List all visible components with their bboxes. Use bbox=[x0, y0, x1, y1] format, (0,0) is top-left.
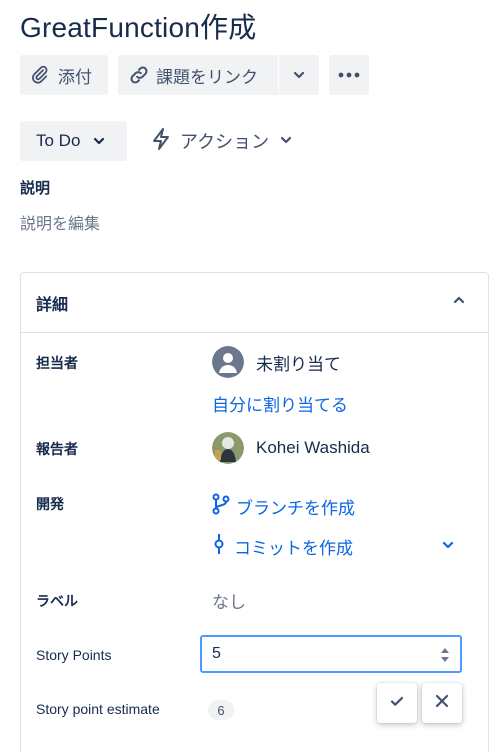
reporter-value[interactable]: Kohei Washida bbox=[212, 432, 370, 464]
assignee-label: 担当者 bbox=[36, 355, 78, 371]
close-icon bbox=[435, 694, 449, 713]
number-stepper-icon[interactable] bbox=[438, 644, 452, 671]
labels-value[interactable]: なし bbox=[212, 588, 246, 613]
assign-to-me-link[interactable]: 自分に割り当てる bbox=[212, 391, 348, 416]
create-branch-link[interactable]: ブランチを作成 bbox=[212, 493, 355, 520]
status-button[interactable]: To Do bbox=[20, 121, 127, 161]
reporter-label: 報告者 bbox=[36, 441, 78, 457]
chevron-down-icon bbox=[292, 68, 306, 82]
chevron-down-icon[interactable] bbox=[441, 538, 455, 557]
link-issue-dropdown-button[interactable] bbox=[279, 55, 319, 95]
reporter-avatar bbox=[212, 432, 244, 464]
unassigned-avatar-icon bbox=[212, 346, 244, 378]
development-label: 開発 bbox=[36, 496, 64, 512]
create-commit-link[interactable]: コミットを作成 bbox=[212, 533, 353, 560]
story-points-value: 5 bbox=[212, 645, 221, 662]
story-points-input[interactable]: 5 bbox=[200, 635, 462, 673]
assignee-value[interactable]: 未割り当て bbox=[212, 346, 341, 378]
actions-button[interactable]: アクション bbox=[150, 121, 293, 161]
actions-label: アクション bbox=[180, 132, 270, 152]
lightning-icon bbox=[150, 127, 172, 156]
labels-label: ラベル bbox=[36, 593, 78, 609]
paperclip-icon bbox=[30, 65, 50, 85]
reporter-name: Kohei Washida bbox=[256, 438, 370, 457]
more-actions-button[interactable] bbox=[329, 55, 369, 95]
description-heading: 説明 bbox=[20, 180, 51, 197]
details-heading: 詳細 bbox=[36, 296, 69, 314]
create-branch-label: ブランチを作成 bbox=[236, 499, 355, 518]
commit-icon bbox=[212, 533, 226, 560]
link-issue-label: 課題をリンク bbox=[156, 67, 258, 87]
attach-button[interactable]: 添付 bbox=[20, 55, 108, 95]
create-commit-label: コミットを作成 bbox=[234, 539, 353, 558]
story-point-estimate-label: Story point estimate bbox=[36, 701, 160, 717]
confirm-button[interactable] bbox=[377, 683, 417, 723]
branch-icon bbox=[212, 493, 230, 520]
description-editor[interactable]: 説明を編集 bbox=[20, 210, 100, 234]
chevron-down-icon bbox=[92, 134, 106, 148]
check-icon bbox=[389, 693, 405, 714]
status-label: To Do bbox=[36, 131, 81, 150]
story-point-estimate-badge[interactable]: 6 bbox=[208, 700, 234, 720]
issue-title[interactable]: GreatFunction作成 bbox=[20, 6, 256, 46]
details-panel-header[interactable]: 詳細 bbox=[21, 273, 488, 333]
assignee-name: 未割り当て bbox=[256, 354, 341, 374]
attach-label: 添付 bbox=[58, 67, 92, 87]
story-points-label: Story Points bbox=[36, 647, 112, 663]
chevron-down-icon bbox=[279, 131, 293, 152]
link-icon bbox=[128, 64, 150, 86]
more-icon bbox=[338, 72, 360, 78]
cancel-button[interactable] bbox=[422, 683, 462, 723]
chevron-up-icon[interactable] bbox=[452, 293, 466, 312]
link-issue-button[interactable]: 課題をリンク bbox=[118, 55, 278, 95]
